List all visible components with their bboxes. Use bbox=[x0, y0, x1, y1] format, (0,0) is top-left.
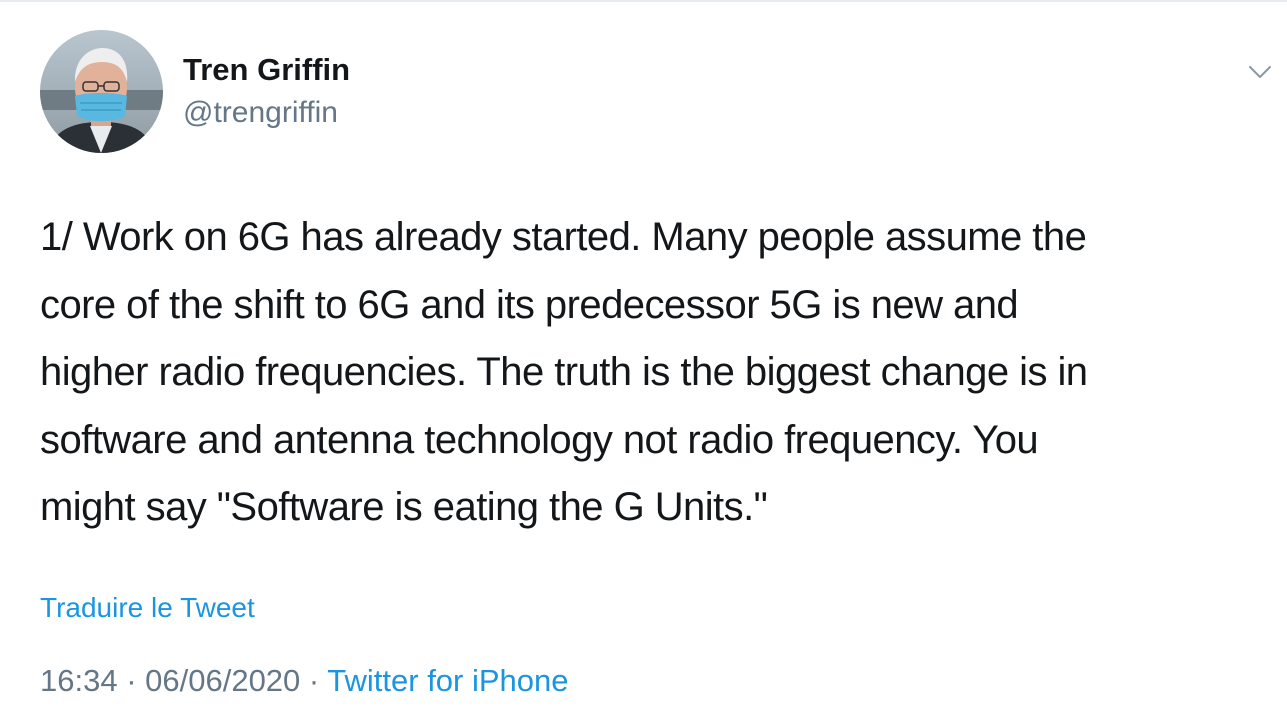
tweet-text: 1/ Work on 6G has already started. Many … bbox=[40, 215, 1088, 529]
chevron-down-icon[interactable] bbox=[1244, 56, 1276, 88]
meta-separator: · bbox=[300, 663, 328, 698]
tweet-meta: 16:34 · 06/06/2020 · Twitter for iPhone bbox=[40, 662, 569, 700]
tweet-source-link[interactable]: Twitter for iPhone bbox=[327, 663, 568, 698]
avatar[interactable] bbox=[40, 30, 163, 153]
author-display-name[interactable]: Tren Griffin bbox=[183, 51, 350, 89]
author-handle[interactable]: @trengriffin bbox=[183, 94, 338, 132]
avatar-photo bbox=[40, 30, 163, 153]
top-divider bbox=[0, 0, 1287, 2]
tweet-date[interactable]: 06/06/2020 bbox=[145, 663, 300, 698]
meta-separator: · bbox=[117, 663, 146, 698]
translate-tweet-link[interactable]: Traduire le Tweet bbox=[40, 590, 255, 626]
tweet-time[interactable]: 16:34 bbox=[40, 663, 118, 698]
